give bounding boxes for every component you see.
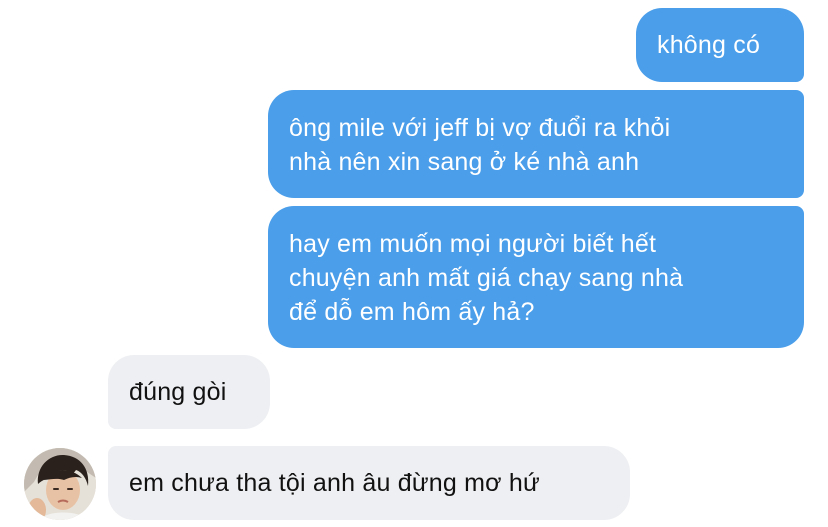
- outgoing-message-bubble[interactable]: hay em muốn mọi người biết hết chuyện an…: [268, 206, 804, 348]
- message-text: chuyện anh mất giá chạy sang nhà: [289, 264, 684, 292]
- message-text: em chưa tha tội anh âu đừng mơ hứ: [129, 469, 540, 497]
- outgoing-message-bubble[interactable]: ông mile với jeff bị vợ đuổi ra khỏi nhà…: [268, 90, 804, 198]
- incoming-message-bubble[interactable]: em chưa tha tội anh âu đừng mơ hứ: [108, 446, 630, 520]
- message-text: hay em muốn mọi người biết hết: [289, 230, 657, 258]
- avatar[interactable]: [24, 448, 96, 520]
- message-text: ông mile với jeff bị vợ đuổi ra khỏi: [289, 114, 671, 142]
- message-text: đúng gòi: [129, 378, 227, 406]
- outgoing-message-bubble[interactable]: không có: [636, 8, 804, 82]
- message-text: để dỗ em hôm ấy hả?: [289, 298, 535, 326]
- contact-avatar-photo-icon: [24, 448, 96, 520]
- message-text: không có: [657, 31, 761, 59]
- incoming-message-bubble[interactable]: đúng gòi: [108, 355, 270, 429]
- message-text: nhà nên xin sang ở ké nhà anh: [289, 148, 640, 176]
